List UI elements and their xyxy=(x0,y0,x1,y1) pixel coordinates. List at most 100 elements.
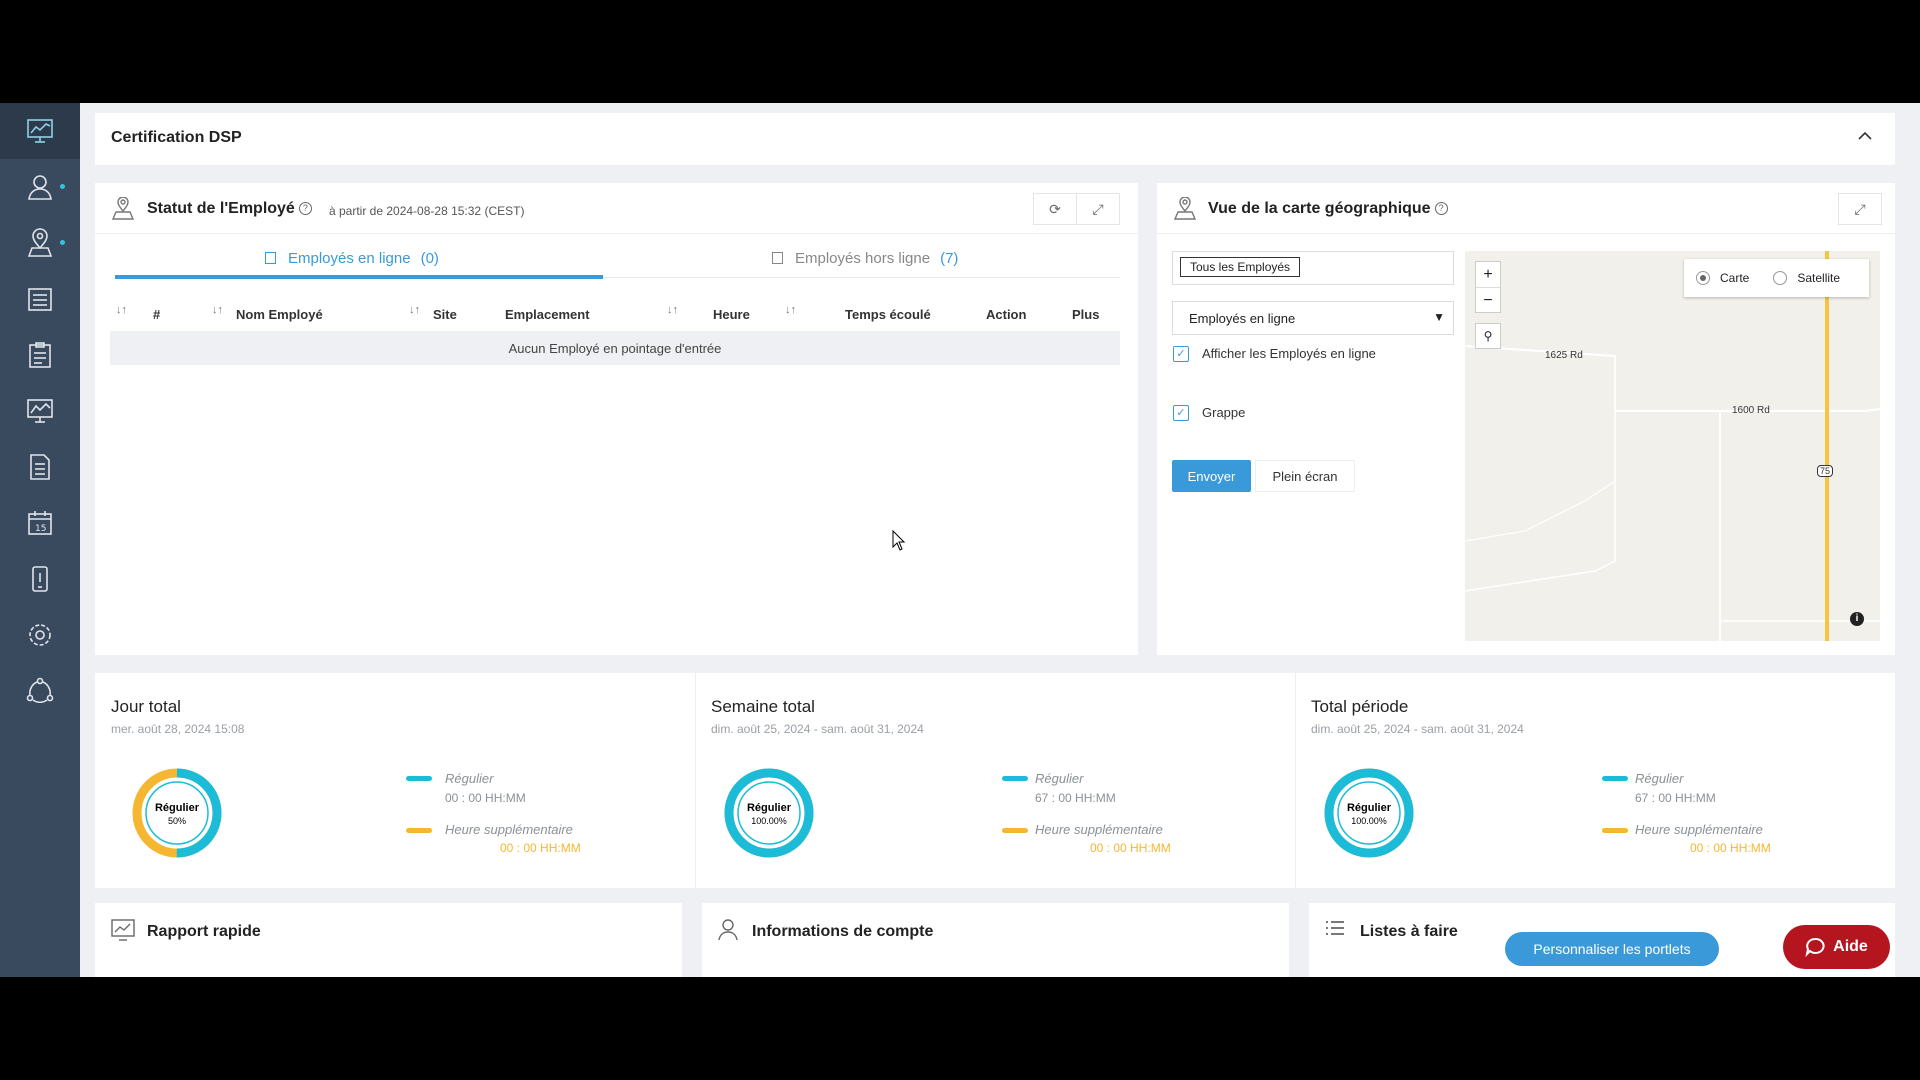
header-divider xyxy=(1157,233,1895,234)
help-icon[interactable]: ? xyxy=(1434,202,1448,215)
map-search-button[interactable]: ⚲ xyxy=(1475,323,1501,349)
column-header-location[interactable]: Emplacement xyxy=(505,307,590,322)
sort-icon[interactable]: ↓↑ xyxy=(116,304,127,316)
map-expand-button[interactable]: ⤢ xyxy=(1838,193,1882,225)
refresh-button[interactable]: ⟳ xyxy=(1033,193,1077,225)
total-title: Jour total xyxy=(111,697,181,716)
sidebar-item-documents[interactable] xyxy=(0,439,80,495)
regular-legend-swatch xyxy=(406,776,432,781)
column-header-time[interactable]: Heure xyxy=(713,307,750,322)
help-button[interactable]: Aide xyxy=(1783,925,1890,969)
regular-value: 00 : 00 HH:MM xyxy=(445,791,526,805)
sidebar-item-tasks[interactable] xyxy=(0,327,80,383)
sidebar-item-timesheet[interactable] xyxy=(0,271,80,327)
calendar-icon: 15 xyxy=(28,511,52,535)
column-header-more: Plus xyxy=(1072,307,1100,322)
donut-percent: 100.00% xyxy=(751,816,787,826)
map-type-label-satellite: Satellite xyxy=(1797,271,1841,285)
status-select[interactable]: Employés en ligne ▼ xyxy=(1172,301,1454,335)
employee-filter-tag[interactable]: Tous les Employés xyxy=(1180,257,1301,277)
map-view-card: Vue de la carte géographique? ⤢ Tous les… xyxy=(1157,183,1895,655)
refresh-icon: ⟳ xyxy=(1049,200,1061,217)
total-subtitle: mer. août 28, 2024 15:08 xyxy=(111,722,245,736)
sidebar-item-mobile[interactable] xyxy=(0,551,80,607)
main-content: Certification DSP Statut de l'Employé? à… xyxy=(80,103,1920,977)
column-header-site[interactable]: Site xyxy=(433,307,457,322)
expand-icon: ⤢ xyxy=(1854,200,1866,217)
sidebar-item-integrations[interactable] xyxy=(0,663,80,719)
location-user-icon xyxy=(111,197,135,220)
map-view-title: Vue de la carte géographique? xyxy=(1208,200,1448,218)
donut-chart: Régulier 50% xyxy=(132,768,222,858)
total-title: Total période xyxy=(1311,697,1409,716)
employees-icon xyxy=(28,175,52,200)
mobile-icon xyxy=(32,566,48,592)
info-icon[interactable]: i xyxy=(1850,612,1864,626)
tab-online-employees[interactable]: Employés en ligne (0) xyxy=(265,243,439,273)
sidebar-item-calendar[interactable]: 15 xyxy=(0,495,80,551)
map-type-radio-satellite[interactable] xyxy=(1773,271,1788,285)
timesheet-icon xyxy=(28,288,52,311)
integrations-icon xyxy=(26,677,54,704)
overtime-legend-swatch xyxy=(1602,828,1628,833)
employee-status-title: Statut de l'Employé? xyxy=(147,200,312,218)
settings-icon xyxy=(29,624,51,646)
send-button[interactable]: Envoyer xyxy=(1172,460,1251,492)
total-week: Semaine total dim. août 25, 2024 - sam. … xyxy=(695,673,1295,888)
svg-text:15: 15 xyxy=(35,524,46,534)
column-header-employee-name[interactable]: Nom Employé xyxy=(236,307,323,322)
reports-icon xyxy=(27,399,53,423)
chevron-up-icon[interactable] xyxy=(1857,131,1873,141)
cluster-label: Grappe xyxy=(1202,405,1246,420)
location-icon xyxy=(27,228,53,257)
status-timestamp: à partir de 2024-08-28 15:32 (CEST) xyxy=(329,204,525,218)
regular-value: 67 : 00 HH:MM xyxy=(1035,791,1116,805)
sort-icon[interactable]: ↓↑ xyxy=(409,304,420,316)
donut-chart: Régulier 100.00% xyxy=(1324,768,1414,858)
expand-icon: ⤢ xyxy=(1092,200,1104,217)
customize-portlets-button[interactable]: Personnaliser les portlets xyxy=(1505,932,1719,966)
quick-report-card: Rapport rapide xyxy=(95,903,682,977)
regular-legend-label: Régulier xyxy=(1035,771,1084,786)
sort-icon[interactable]: ↓↑ xyxy=(212,304,223,316)
map-type-control: Carte Satellite xyxy=(1684,259,1869,297)
sort-icon[interactable]: ↓↑ xyxy=(785,304,796,316)
show-online-checkbox[interactable]: ✓ xyxy=(1173,346,1189,362)
help-icon[interactable]: ? xyxy=(298,202,312,215)
map-canvas[interactable]: + − ⚲ Carte Satellite 1625 Rd 1600 Rd 75… xyxy=(1465,251,1880,641)
map-pin-icon xyxy=(1173,197,1197,220)
sidebar-item-reports[interactable] xyxy=(0,383,80,439)
fullscreen-button[interactable]: Plein écran xyxy=(1255,460,1355,492)
chart-icon xyxy=(111,919,135,941)
sidebar-item-location[interactable] xyxy=(0,215,80,271)
chevron-down-icon: ▼ xyxy=(1433,310,1445,324)
sidebar: 15 xyxy=(0,103,80,977)
expand-button[interactable]: ⤢ xyxy=(1076,193,1120,225)
todo-lists-title: Listes à faire xyxy=(1360,923,1458,940)
regular-legend-swatch xyxy=(1002,776,1028,781)
column-header-elapsed[interactable]: Temps écoulé xyxy=(845,307,931,322)
overtime-legend-swatch xyxy=(406,828,432,833)
regular-legend-swatch xyxy=(1602,776,1628,781)
total-subtitle: dim. août 25, 2024 - sam. août 31, 2024 xyxy=(711,722,924,736)
column-header-number[interactable]: # xyxy=(153,307,160,322)
select-value: Employés en ligne xyxy=(1189,311,1296,326)
regular-legend-label: Régulier xyxy=(1635,771,1684,786)
map-type-radio-map[interactable] xyxy=(1696,271,1710,285)
cluster-checkbox[interactable]: ✓ xyxy=(1173,405,1189,421)
total-subtitle: dim. août 25, 2024 - sam. août 31, 2024 xyxy=(1311,722,1524,736)
sidebar-item-settings[interactable] xyxy=(0,607,80,663)
overtime-value: 00 : 00 HH:MM xyxy=(1090,841,1171,855)
zoom-in-button[interactable]: + xyxy=(1476,262,1500,288)
sidebar-item-employees[interactable] xyxy=(0,159,80,215)
status-dot xyxy=(60,184,65,189)
overtime-value: 00 : 00 HH:MM xyxy=(500,841,581,855)
sort-icon[interactable]: ↓↑ xyxy=(667,304,678,316)
login-icon xyxy=(265,252,276,264)
overtime-legend-label: Heure supplémentaire xyxy=(1635,822,1763,837)
tab-offline-employees[interactable]: Employés hors ligne (7) xyxy=(772,243,958,273)
zoom-out-button[interactable]: − xyxy=(1476,288,1500,313)
account-info-card: Informations de compte xyxy=(702,903,1289,977)
sidebar-item-dashboard[interactable] xyxy=(0,103,80,159)
employee-filter-input[interactable]: Tous les Employés xyxy=(1172,251,1454,285)
